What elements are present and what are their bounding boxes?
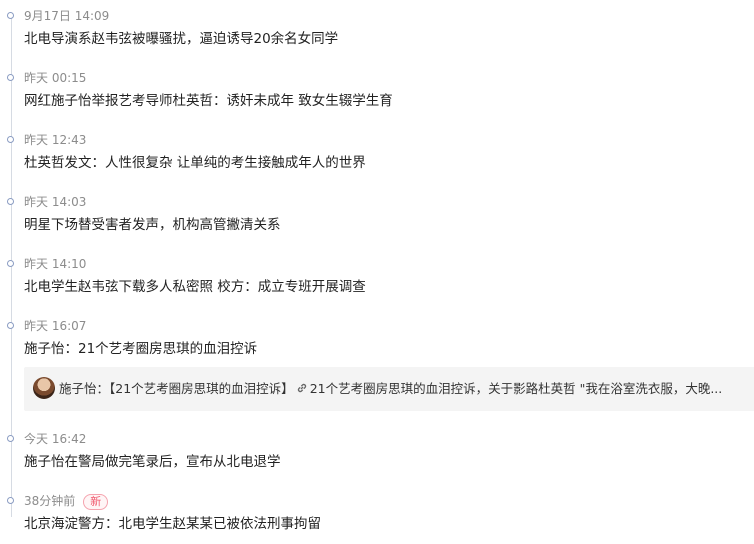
weibo-tag[interactable]: 【21个艺考圈房思琪的血泪控诉】 (109, 381, 294, 396)
weibo-card[interactable]: 施子怡：【21个艺考圈房思琪的血泪控诉】 21个艺考圈房思琪的血泪控诉，关于影路… (24, 367, 754, 411)
timeline-title-link[interactable]: 施子怡：21个艺考圈房思琪的血泪控诉 (24, 341, 257, 358)
timeline-title-link[interactable]: 施子怡在警局做完笔录后，宣布从北电退学 (24, 454, 281, 471)
timeline-dot-icon (7, 322, 14, 329)
timeline-time: 今天 16:42 (24, 432, 87, 446)
timeline-dot-icon (7, 198, 14, 205)
timeline-time: 昨天 12:43 (24, 133, 87, 147)
timeline-dot-icon (7, 136, 14, 143)
timeline-title-link[interactable]: 北电学生赵韦弦下载多人私密照 校方：成立专班开展调查 (24, 279, 366, 296)
weibo-body: 21个艺考圈房思琪的血泪控诉，关于影路杜英哲 "我在浴室洗衣服，大晚... (309, 381, 723, 396)
timeline-line (11, 17, 12, 517)
weibo-author[interactable]: 施子怡： (59, 381, 109, 396)
timeline-time: 38分钟前新 (24, 494, 109, 510)
timeline-dot-icon (7, 74, 14, 81)
timeline-dot-icon (7, 260, 14, 267)
weibo-text: 施子怡：【21个艺考圈房思琪的血泪控诉】 21个艺考圈房思琪的血泪控诉，关于影路… (59, 381, 749, 397)
timeline-dot-icon (7, 12, 14, 19)
timeline-title-link[interactable]: 明星下场替受害者发声，机构高管撇清关系 (24, 217, 281, 234)
avatar (33, 377, 55, 399)
new-badge: 新 (83, 494, 109, 510)
timeline-title-link[interactable]: 北京海淀警方：北电学生赵某某已被依法刑事拘留 (24, 516, 321, 533)
timeline-title-link[interactable]: 网红施子怡举报艺考导师杜英哲：诱奸未成年 致女生辍学生育 (24, 93, 393, 110)
link-icon (297, 383, 306, 393)
timeline-time: 昨天 14:03 (24, 195, 87, 209)
timeline-title-link[interactable]: 杜英哲发文：人性很复杂 让单纯的考生接触成年人的世界 (24, 155, 366, 172)
timeline-dot-icon (7, 435, 14, 442)
timeline-time: 9月17日 14:09 (24, 9, 110, 23)
timeline-title-link[interactable]: 北电导演系赵韦弦被曝骚扰，逼迫诱导20余名女同学 (24, 31, 338, 48)
timeline-time: 昨天 16:07 (24, 319, 87, 333)
timeline-dot-icon (7, 497, 14, 504)
timeline-time: 昨天 14:10 (24, 257, 87, 271)
timeline-time: 昨天 00:15 (24, 71, 87, 85)
timeline-time-text: 38分钟前 (24, 494, 76, 508)
news-timeline: 9月17日 14:09 北电导演系赵韦弦被曝骚扰，逼迫诱导20余名女同学 昨天 … (0, 0, 754, 544)
